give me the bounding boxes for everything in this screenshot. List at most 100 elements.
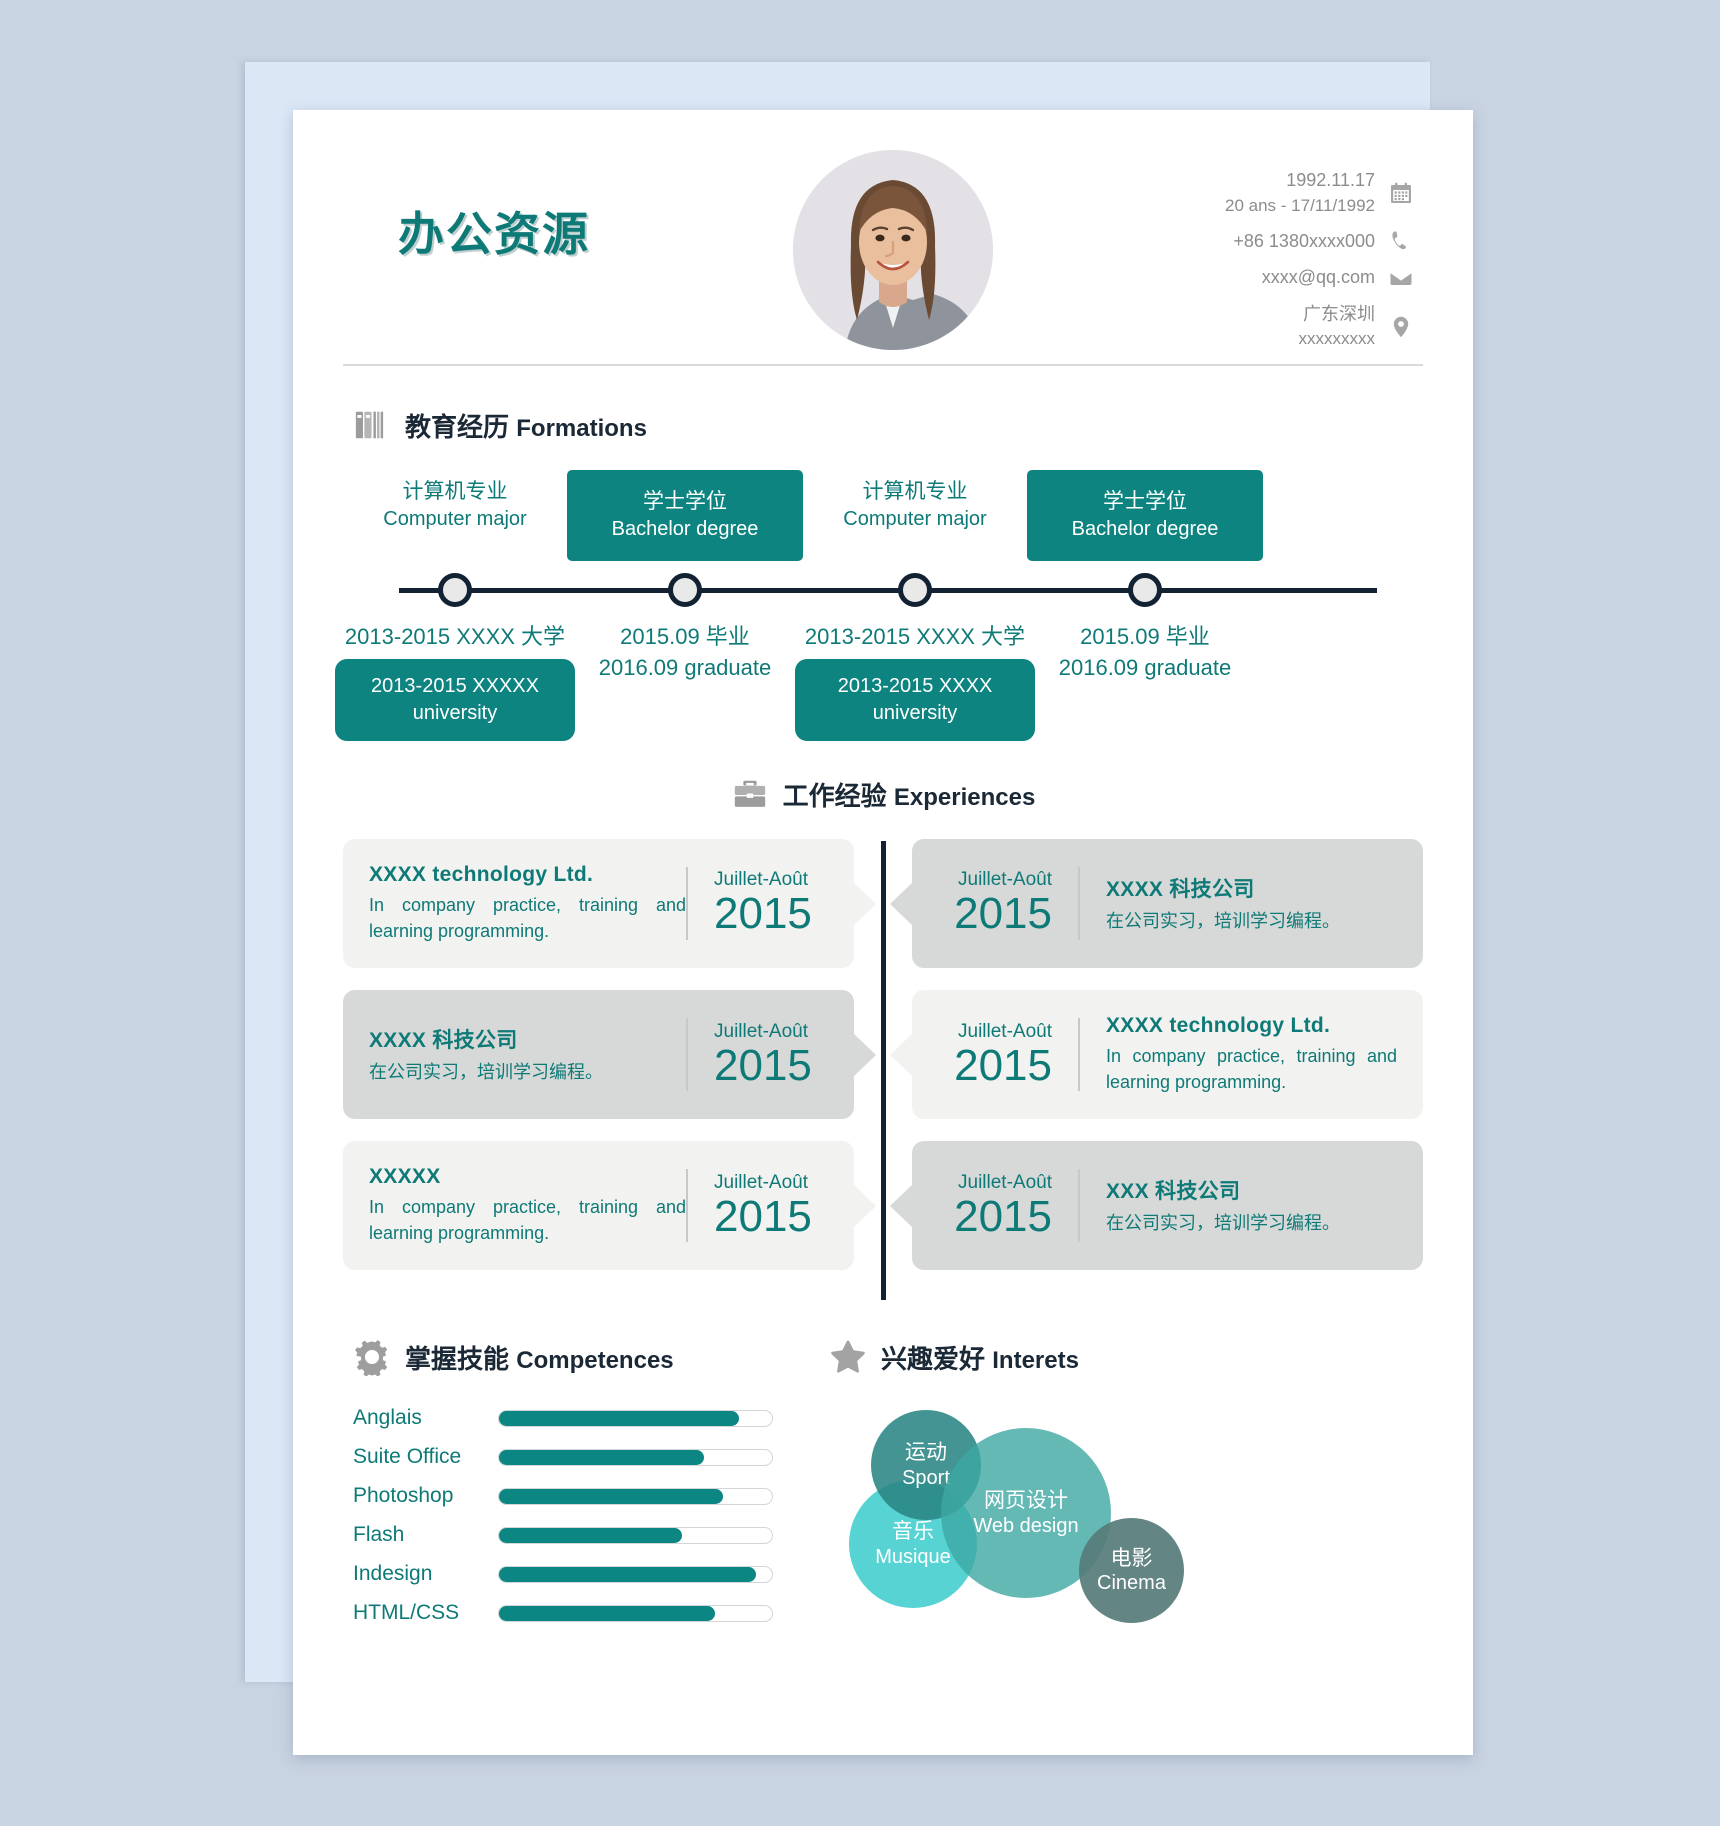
skill-fill [499,1527,682,1543]
edu-top-en: Computer major [843,508,987,531]
education-top-2: 学士学位 Bachelor degree [567,470,803,562]
education-top-4: 学士学位 Bachelor degree [1027,470,1263,562]
experience-company: XXXXX [369,1165,441,1189]
section-title-education: 教育经历 Formations [405,407,647,444]
avatar-photo-icon [793,150,993,350]
experience-company: XXXX technology Ltd. [1106,1014,1331,1038]
contact-row-location: 广东深圳 xxxxxxxxx [1083,302,1413,352]
experience-date: Juillet-Août 2015 [688,1172,828,1240]
experience-description: In company practice, training and learni… [369,1197,686,1243]
contact-row-phone: +86 1380xxxx000 [1083,229,1413,255]
skill-fill [499,1605,715,1621]
section-header-education: 教育经历 Formations [353,406,1423,444]
avatar [793,150,993,350]
resume-header: 办公资源 1992.11.17 20 ans - 17/11/1992 +86 … [343,110,1423,360]
experience-spine [881,841,886,1301]
skill-label: HTML/CSS [353,1601,460,1625]
timeline-dot-4 [1128,573,1162,607]
interest-en: Musique [875,1545,951,1568]
skill-track [498,1448,773,1466]
skill-label: Suite Office [353,1445,462,1469]
skill-track [498,1409,773,1427]
interest-bubble-cinema: 电影 Cinema [1079,1518,1184,1624]
education-title-en: Formations [516,414,647,442]
timeline-dot-1 [438,573,472,607]
phone-icon [1392,231,1407,250]
experience-card-right-2: Juillet-Août 2015 XXXX technology Ltd. I… [912,990,1423,1120]
experience-company: XXXX technology Ltd. [369,863,594,886]
experience-body: XXXX 科技公司 在公司实习，培训学习编程。 [1080,873,1397,935]
birthdate-text: 1992.11.17 20 ans - 17/11/1992 [1225,168,1389,218]
location-primary: 广东深圳 [1303,303,1375,324]
education-timeline: 计算机专业 Computer major 2013-2015 XXXX 大学 2… [335,470,1423,741]
experience-description: 在公司实习，培训学习编程。 [1106,910,1340,931]
books-icon [355,411,384,439]
interests-title-en: Interets [992,1346,1079,1374]
edu-top-cn: 计算机专业 [862,480,968,503]
skill-label: Flash [353,1523,405,1547]
skill-row: Suite Office [353,1445,773,1469]
experience-description: 在公司实习，培训学习编程。 [369,1061,603,1082]
experience-description: 在公司实习，培训学习编程。 [1106,1212,1340,1233]
experience-card-right-1: Juillet-Août 2015 XXXX 科技公司 在公司实习，培训学习编程… [912,839,1423,969]
timeline-dot-3 [898,573,932,607]
page-title: 办公资源 [398,208,590,260]
edu-top-cn: 学士学位 [643,490,727,513]
interest-en: Cinema [1097,1572,1166,1595]
interest-cn: 网页设计 [984,1489,1068,1513]
gear-icon [355,1340,388,1377]
education-bottom-3: 2013-2015 XXXX 大学 2013-2015 XXXX univers… [781,622,1049,741]
contact-row-birthdate: 1992.11.17 20 ans - 17/11/1992 [1083,168,1413,218]
experience-body: XXXX 科技公司 在公司实习，培训学习编程。 [369,1024,686,1086]
skill-track [498,1526,773,1544]
skills-title-en: Competences [516,1346,674,1374]
bottom-sections: 掌握技能 Competences Anglais Suite Office Ph… [343,1338,1423,1640]
skills-title-cn: 掌握技能 [405,1343,510,1374]
experience-company: XXX 科技公司 [1106,1179,1241,1203]
skill-fill [499,1410,740,1426]
education-bottom-1: 2013-2015 XXXX 大学 2013-2015 XXXXX univer… [321,622,589,741]
skill-label: Indesign [353,1562,433,1586]
edu-bot-line1: 2015.09 毕业 [620,624,750,649]
skill-label: Anglais [353,1406,422,1430]
experience-body: XXX 科技公司 在公司实习，培训学习编程。 [1080,1175,1397,1237]
skill-track [498,1487,773,1505]
birthdate-secondary: 20 ans - 17/11/1992 [1225,195,1375,215]
skill-row: Indesign [353,1562,773,1586]
experience-description: In company practice, training and learni… [369,895,686,941]
experience-year: 2015 [714,1191,812,1241]
education-top-3: 计算机专业 Computer major [797,478,1033,533]
skill-track [498,1565,773,1583]
skill-row: HTML/CSS [353,1601,773,1625]
interests-section: 兴趣爱好 Interets 音乐 Musique 运动 Sport 网页设计 W… [819,1338,1423,1640]
skills-section: 掌握技能 Competences Anglais Suite Office Ph… [343,1338,773,1640]
experience-title-en: Experiences [893,783,1036,811]
birthdate-primary: 1992.11.17 [1286,170,1375,190]
section-header-skills: 掌握技能 Competences [353,1338,773,1377]
section-header-interests: 兴趣爱好 Interets [829,1338,1423,1376]
education-bottom-2: 2015.09 毕业 2016.09 graduate [551,622,819,684]
section-title-interests: 兴趣爱好 Interets [881,1339,1079,1376]
phone-text: +86 1380xxxx000 [1233,230,1375,251]
section-title-experience: 工作经验 Experiences [783,776,1036,813]
skill-track [498,1604,773,1622]
edu-bot-line1: 2013-2015 XXXX 大学 [344,624,566,649]
interest-bubbles: 音乐 Musique 运动 Sport 网页设计 Web design 电影 C… [849,1410,1239,1625]
experience-date: Juillet-Août 2015 [688,1021,828,1089]
contact-row-email: xxxx@qq.com [1083,265,1413,291]
experience-date: Juillet-Août 2015 [938,1172,1078,1240]
experience-month: Juillet-Août [714,1020,808,1042]
experience-month: Juillet-Août [958,1020,1052,1042]
edu-top-en: Computer major [383,508,527,531]
skill-row: Flash [353,1523,773,1547]
experience-card-left-2: XXXX 科技公司 在公司实习，培训学习编程。 Juillet-Août 201… [343,990,854,1120]
edu-top-cn: 学士学位 [1103,490,1187,513]
calendar-icon [1391,182,1411,203]
experience-month: Juillet-Août [958,869,1052,891]
experience-year: 2015 [954,889,1052,939]
experience-card-right-3: Juillet-Août 2015 XXX 科技公司 在公司实习，培训学习编程。 [912,1141,1423,1271]
interests-title-cn: 兴趣爱好 [881,1343,986,1374]
experience-company: XXXX 科技公司 [1106,877,1255,901]
skill-label: Photoshop [353,1484,454,1508]
experience-body: XXXX technology Ltd. In company practice… [369,863,686,944]
